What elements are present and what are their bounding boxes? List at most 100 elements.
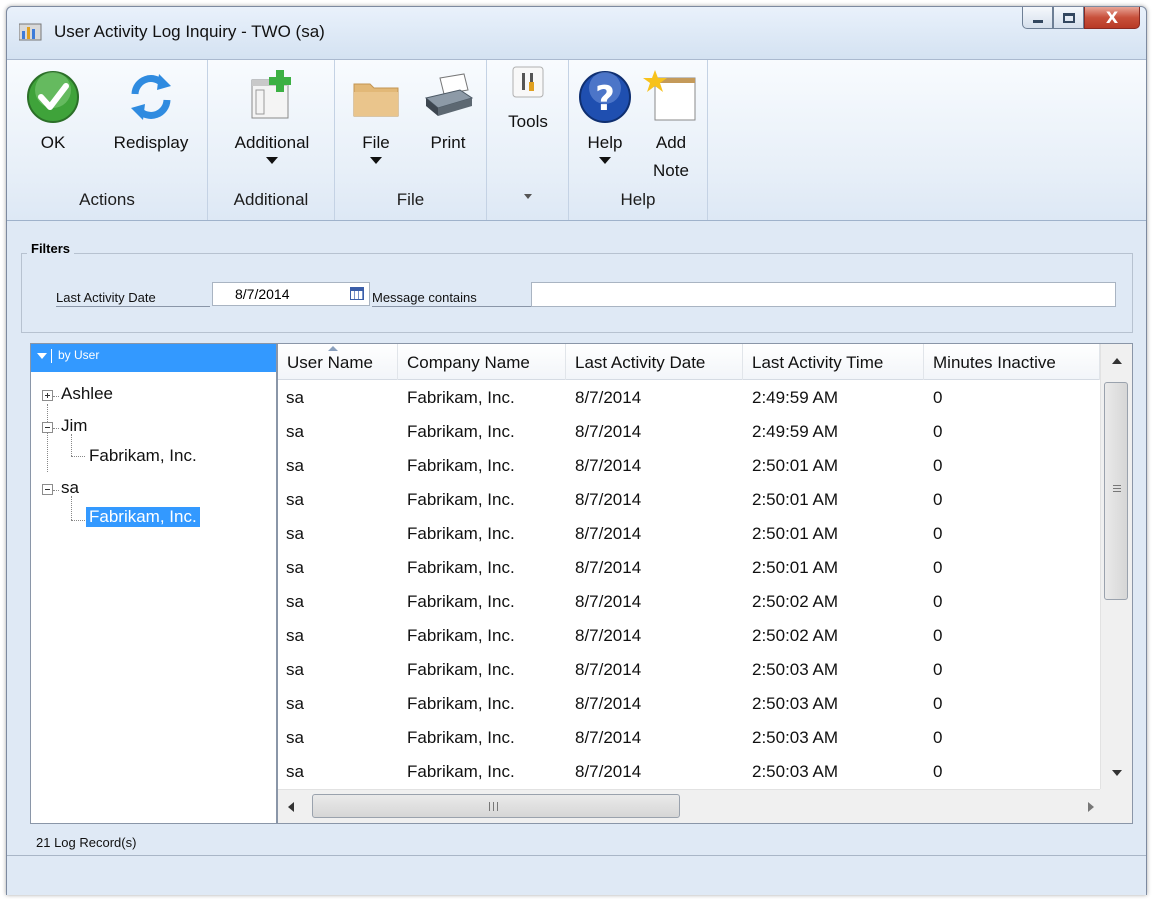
- grip-icon: [489, 802, 498, 811]
- minutes-inactive-cell: 0: [933, 762, 943, 781]
- user-name-cell: sa: [286, 660, 304, 679]
- check-icon: [27, 71, 79, 123]
- last-activity-time-cell: 2:50:01 AM: [752, 490, 839, 509]
- close-button[interactable]: X: [1084, 7, 1140, 29]
- horizontal-scrollbar[interactable]: [278, 789, 1100, 823]
- app-icon: [19, 23, 42, 41]
- help-label: Help: [587, 133, 623, 152]
- table-row[interactable]: sa Fabrikam, Inc. 8/7/2014 2:50:03 AM 0: [278, 686, 1100, 720]
- table-row[interactable]: sa Fabrikam, Inc. 8/7/2014 2:50:01 AM 0: [278, 550, 1100, 584]
- last-activity-date-cell: 8/7/2014: [575, 524, 642, 543]
- last-activity-date-cell: 8/7/2014: [575, 626, 642, 645]
- tree-node-jim-company[interactable]: Fabrikam, Inc.: [89, 446, 197, 466]
- minutes-inactive-cell: 0: [933, 388, 943, 407]
- company-name-cell: Fabrikam, Inc.: [407, 456, 515, 475]
- last-activity-time-cell: 2:50:01 AM: [752, 558, 839, 577]
- user-name-cell: sa: [286, 456, 304, 475]
- app-window: User Activity Log Inquiry - TWO (sa) X O…: [6, 6, 1147, 895]
- add-note-button[interactable]: Add Note: [641, 68, 701, 185]
- user-tree[interactable]: by User Ashlee Jim Fabrikam, Inc. sa Fab…: [30, 343, 277, 824]
- table-row[interactable]: sa Fabrikam, Inc. 8/7/2014 2:50:02 AM 0: [278, 618, 1100, 652]
- minutes-inactive-cell: 0: [933, 524, 943, 543]
- horizontal-scroll-thumb[interactable]: [312, 794, 680, 818]
- table-row[interactable]: sa Fabrikam, Inc. 8/7/2014 2:50:01 AM 0: [278, 482, 1100, 516]
- ribbon-group-file: File Print File: [335, 60, 487, 220]
- last-activity-date-field[interactable]: 8/7/2014: [212, 282, 370, 306]
- user-name-cell: sa: [286, 524, 304, 543]
- chevron-down-icon[interactable]: [37, 352, 47, 359]
- last-activity-time-cell: 2:50:03 AM: [752, 660, 839, 679]
- tree-node-jim[interactable]: Jim: [61, 416, 87, 436]
- collapse-icon[interactable]: [42, 422, 53, 433]
- table-row[interactable]: sa Fabrikam, Inc. 8/7/2014 2:50:02 AM 0: [278, 584, 1100, 618]
- user-name-cell: sa: [286, 490, 304, 509]
- tree-header[interactable]: by User: [31, 344, 276, 372]
- help-button[interactable]: ? Help: [575, 68, 635, 164]
- svg-text:?: ?: [595, 79, 615, 119]
- scroll-left-icon[interactable]: [288, 802, 294, 812]
- column-header-label: Minutes Inactive: [933, 353, 1056, 372]
- print-button[interactable]: Print: [417, 68, 479, 157]
- column-header-last-activity-date[interactable]: Last Activity Date: [566, 344, 743, 380]
- last-activity-time-cell: 2:50:03 AM: [752, 694, 839, 713]
- scroll-down-icon[interactable]: [1112, 770, 1122, 776]
- chevron-down-icon: [599, 157, 611, 164]
- grid-header: User Name Company Name Last Activity Dat…: [278, 344, 1100, 380]
- column-header-label: Company Name: [407, 353, 530, 372]
- help-group-label: Help: [620, 190, 656, 209]
- tools-group-expander[interactable]: [487, 194, 568, 199]
- column-header-minutes-inactive[interactable]: Minutes Inactive: [924, 344, 1100, 380]
- minutes-inactive-cell: 0: [933, 422, 943, 441]
- column-header-last-activity-time[interactable]: Last Activity Time: [743, 344, 924, 380]
- maximize-button[interactable]: [1053, 7, 1084, 29]
- tools-button[interactable]: Tools: [500, 66, 556, 136]
- minutes-inactive-cell: 0: [933, 490, 943, 509]
- message-contains-label: Message contains: [372, 290, 540, 307]
- message-contains-field[interactable]: [531, 282, 1116, 307]
- actions-group-label: Actions: [79, 190, 135, 209]
- additional-button[interactable]: Additional: [218, 68, 326, 164]
- add-note-label-line2: Note: [653, 161, 689, 180]
- file-group-label: File: [396, 190, 425, 209]
- table-row[interactable]: sa Fabrikam, Inc. 8/7/2014 2:50:03 AM 0: [278, 652, 1100, 686]
- scroll-up-icon[interactable]: [1112, 358, 1122, 364]
- last-activity-date-label: Last Activity Date: [56, 290, 210, 307]
- tree-node-ashlee[interactable]: Ashlee: [61, 384, 113, 404]
- calendar-icon[interactable]: [350, 287, 364, 300]
- table-row[interactable]: sa Fabrikam, Inc. 8/7/2014 2:49:59 AM 0: [278, 414, 1100, 448]
- add-note-label-line1: Add: [655, 133, 687, 152]
- table-row[interactable]: sa Fabrikam, Inc. 8/7/2014 2:50:01 AM 0: [278, 516, 1100, 550]
- tree-node-sa-company-selected[interactable]: Fabrikam, Inc.: [86, 507, 200, 527]
- ribbon-group-additional: Additional Additional: [208, 60, 335, 220]
- minutes-inactive-cell: 0: [933, 660, 943, 679]
- column-header-user-name[interactable]: User Name: [278, 344, 398, 380]
- scroll-right-icon[interactable]: [1088, 802, 1094, 812]
- file-button[interactable]: File: [345, 68, 407, 164]
- table-row[interactable]: sa Fabrikam, Inc. 8/7/2014 2:50:01 AM 0: [278, 448, 1100, 482]
- last-activity-time-cell: 2:50:03 AM: [752, 728, 839, 747]
- collapse-icon[interactable]: [42, 484, 53, 495]
- vertical-scrollbar[interactable]: [1100, 344, 1132, 790]
- last-activity-date-cell: 8/7/2014: [575, 558, 642, 577]
- tree-connector: [47, 404, 48, 472]
- last-activity-time-cell: 2:50:02 AM: [752, 592, 839, 611]
- table-row[interactable]: sa Fabrikam, Inc. 8/7/2014 2:49:59 AM 0: [278, 380, 1100, 414]
- minimize-button[interactable]: [1022, 7, 1053, 29]
- table-row[interactable]: sa Fabrikam, Inc. 8/7/2014 2:50:03 AM 0: [278, 754, 1100, 788]
- activity-grid: User Name Company Name Last Activity Dat…: [277, 343, 1133, 824]
- company-name-cell: Fabrikam, Inc.: [407, 490, 515, 509]
- title-bar: User Activity Log Inquiry - TWO (sa) X: [7, 7, 1146, 59]
- tree-node-sa[interactable]: sa: [61, 478, 79, 498]
- column-header-company-name[interactable]: Company Name: [398, 344, 566, 380]
- expand-icon[interactable]: [42, 390, 53, 401]
- tree-connector: [53, 428, 59, 429]
- table-row[interactable]: sa Fabrikam, Inc. 8/7/2014 2:50:03 AM 0: [278, 720, 1100, 754]
- redisplay-button[interactable]: Redisplay: [101, 68, 201, 157]
- last-activity-date-cell: 8/7/2014: [575, 490, 642, 509]
- minutes-inactive-cell: 0: [933, 694, 943, 713]
- ok-button[interactable]: OK: [25, 68, 81, 157]
- last-activity-date-cell: 8/7/2014: [575, 422, 642, 441]
- vertical-scroll-thumb[interactable]: [1104, 382, 1128, 600]
- last-activity-date-cell: 8/7/2014: [575, 694, 642, 713]
- chevron-down-icon: [370, 157, 382, 164]
